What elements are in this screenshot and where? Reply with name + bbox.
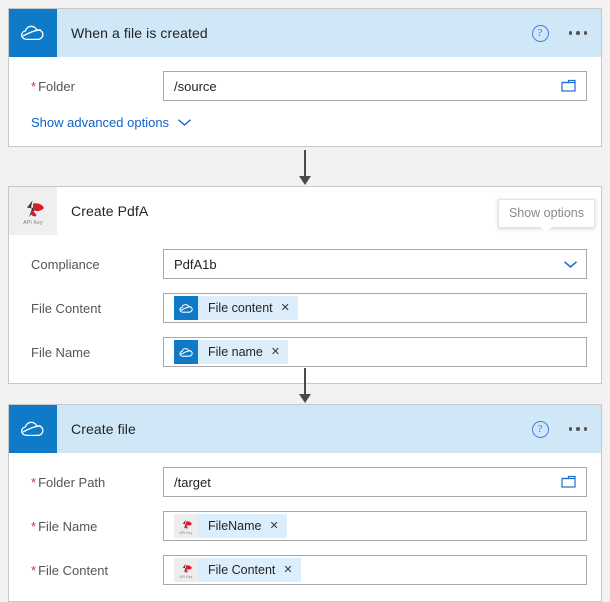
card-body: * Folder Path /target * File Name API Ke… — [9, 453, 601, 601]
onedrive-cloud-icon — [9, 405, 57, 453]
dynamic-content-token[interactable]: File content ✕ — [174, 296, 298, 320]
remove-token-icon[interactable]: ✕ — [271, 346, 280, 358]
field-label-folder-path: * Folder Path — [31, 474, 106, 490]
field-label-compliance: Compliance — [31, 256, 100, 272]
token-pill: File Content ✕ — [198, 558, 301, 582]
flow-card-create-pdfa[interactable]: API Key Create PdfA ? Show options Compl… — [8, 186, 602, 384]
card-title: When a file is created — [71, 25, 208, 41]
token-label: File name — [208, 345, 263, 359]
flow-card-trigger[interactable]: When a file is created ? * Folder /source — [8, 8, 602, 147]
folder-path-input-value: /target — [174, 474, 211, 490]
help-circle-icon[interactable]: ? — [531, 24, 549, 42]
dynamic-content-token[interactable]: API Key FileName ✕ — [174, 514, 287, 538]
required-asterisk: * — [31, 474, 37, 490]
flow-card-create-file[interactable]: Create file ? * Folder Path /target * Fi… — [8, 404, 602, 602]
card-header[interactable]: API Key Create PdfA ? Show options — [9, 187, 601, 235]
file-content-input[interactable]: API Key File Content ✕ — [163, 555, 587, 585]
dynamic-content-token[interactable]: API Key File Content ✕ — [174, 558, 301, 582]
show-advanced-options-label: Show advanced options — [31, 115, 170, 130]
connector-pdfa-to-createfile — [299, 368, 311, 404]
field-row-folder-path: * Folder Path /target — [23, 467, 587, 497]
token-pill: File name ✕ — [198, 340, 289, 364]
field-row-file-content: File Content File content ✕ — [23, 293, 587, 323]
help-circle-icon[interactable]: ? — [531, 420, 549, 438]
card-body: Compliance PdfA1b File Content File cont… — [9, 235, 601, 383]
field-row-folder: * Folder /source — [23, 71, 587, 101]
compliance-dropdown[interactable]: PdfA1b — [163, 249, 587, 279]
more-options-icon[interactable] — [567, 27, 590, 39]
file-name-input[interactable]: File name ✕ — [163, 337, 587, 367]
field-row-compliance: Compliance PdfA1b — [23, 249, 587, 279]
folder-picker-icon[interactable] — [561, 475, 578, 489]
api-key-icon-label: API Key — [23, 219, 43, 226]
field-label-file-name: File Name — [31, 344, 91, 360]
remove-token-icon[interactable]: ✕ — [283, 564, 292, 576]
file-name-input[interactable]: API Key FileName ✕ — [163, 511, 587, 541]
token-pill: FileName ✕ — [198, 514, 287, 538]
show-options-tooltip: Show options — [497, 199, 595, 233]
remove-token-icon[interactable]: ✕ — [281, 302, 290, 314]
more-options-icon[interactable] — [567, 423, 590, 435]
field-label-file-content: * File Content — [31, 562, 109, 578]
api-key-icon-label: API Key — [179, 574, 193, 579]
token-label: File content — [208, 301, 273, 315]
token-pill: File content ✕ — [198, 296, 298, 320]
folder-path-input[interactable]: /target — [163, 467, 587, 497]
api-key-icon: API Key — [174, 558, 198, 582]
card-header-actions: ? — [531, 405, 590, 453]
compliance-dropdown-value: PdfA1b — [174, 256, 217, 272]
field-row-file-content: * File Content API Key File Content ✕ — [23, 555, 587, 585]
api-key-icon: API Key — [9, 187, 57, 235]
file-content-input[interactable]: File content ✕ — [163, 293, 587, 323]
chevron-down-icon — [178, 119, 191, 126]
api-key-icon: API Key — [174, 514, 198, 538]
card-title: Create PdfA — [71, 203, 149, 219]
folder-input[interactable]: /source — [163, 71, 587, 101]
show-advanced-options-link[interactable]: Show advanced options — [23, 115, 587, 130]
field-label-folder: * Folder — [31, 78, 75, 94]
required-asterisk: * — [31, 562, 37, 578]
card-body: * Folder /source Show advanced options — [9, 57, 601, 146]
card-header[interactable]: When a file is created ? — [9, 9, 601, 57]
field-label-file-name: * File Name — [31, 518, 98, 534]
api-key-icon-label: API Key — [179, 530, 193, 535]
folder-input-value: /source — [174, 78, 217, 94]
field-row-file-name: * File Name API Key FileName ✕ — [23, 511, 587, 541]
dynamic-content-token[interactable]: File name ✕ — [174, 340, 289, 364]
chevron-down-icon[interactable] — [563, 260, 578, 269]
connector-trigger-to-pdfa — [299, 150, 311, 186]
field-row-file-name: File Name File name ✕ — [23, 337, 587, 367]
onedrive-cloud-icon — [174, 340, 198, 364]
token-label: File Content — [208, 563, 276, 577]
remove-token-icon[interactable]: ✕ — [270, 520, 279, 532]
card-header-actions: ? — [531, 9, 590, 57]
onedrive-cloud-icon — [174, 296, 198, 320]
folder-picker-icon[interactable] — [561, 79, 578, 93]
card-title: Create file — [71, 421, 136, 437]
required-asterisk: * — [31, 78, 37, 94]
token-label: FileName — [208, 519, 262, 533]
field-label-file-content: File Content — [31, 300, 102, 316]
required-asterisk: * — [31, 518, 37, 534]
onedrive-cloud-icon — [9, 9, 57, 57]
card-header[interactable]: Create file ? — [9, 405, 601, 453]
